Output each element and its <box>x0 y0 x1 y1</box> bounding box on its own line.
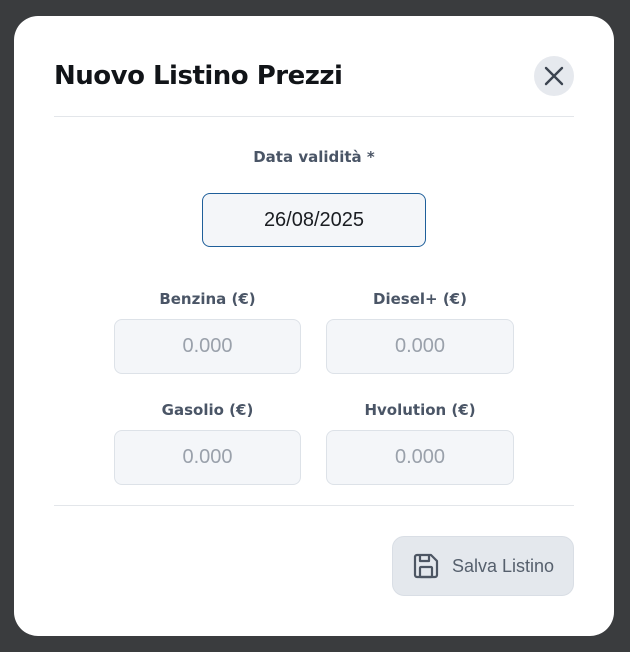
save-button-label: Salva Listino <box>451 555 555 576</box>
new-price-list-modal: Nuovo Listino Prezzi Data validità * Ben… <box>14 16 614 636</box>
footer-divider <box>54 505 574 506</box>
benzina-price-input[interactable] <box>114 319 301 374</box>
hvolution-price-input[interactable] <box>326 430 514 485</box>
floppy-disk-icon <box>412 552 440 580</box>
hvolution-label: Hvolution (€) <box>364 401 476 419</box>
date-validity-input[interactable] <box>202 193 426 247</box>
diesel-plus-price-input[interactable] <box>326 319 514 374</box>
close-icon <box>543 65 565 87</box>
gasolio-price-input[interactable] <box>114 430 301 485</box>
close-button[interactable] <box>534 56 574 96</box>
date-validity-label: Data validità * <box>253 148 375 166</box>
gasolio-label: Gasolio (€) <box>161 401 254 419</box>
diesel-plus-label: Diesel+ (€) <box>373 290 467 308</box>
modal-title: Nuovo Listino Prezzi <box>54 61 343 91</box>
benzina-label: Benzina (€) <box>159 290 256 308</box>
save-price-list-button[interactable]: Salva Listino <box>392 536 574 596</box>
header-divider <box>54 116 574 117</box>
